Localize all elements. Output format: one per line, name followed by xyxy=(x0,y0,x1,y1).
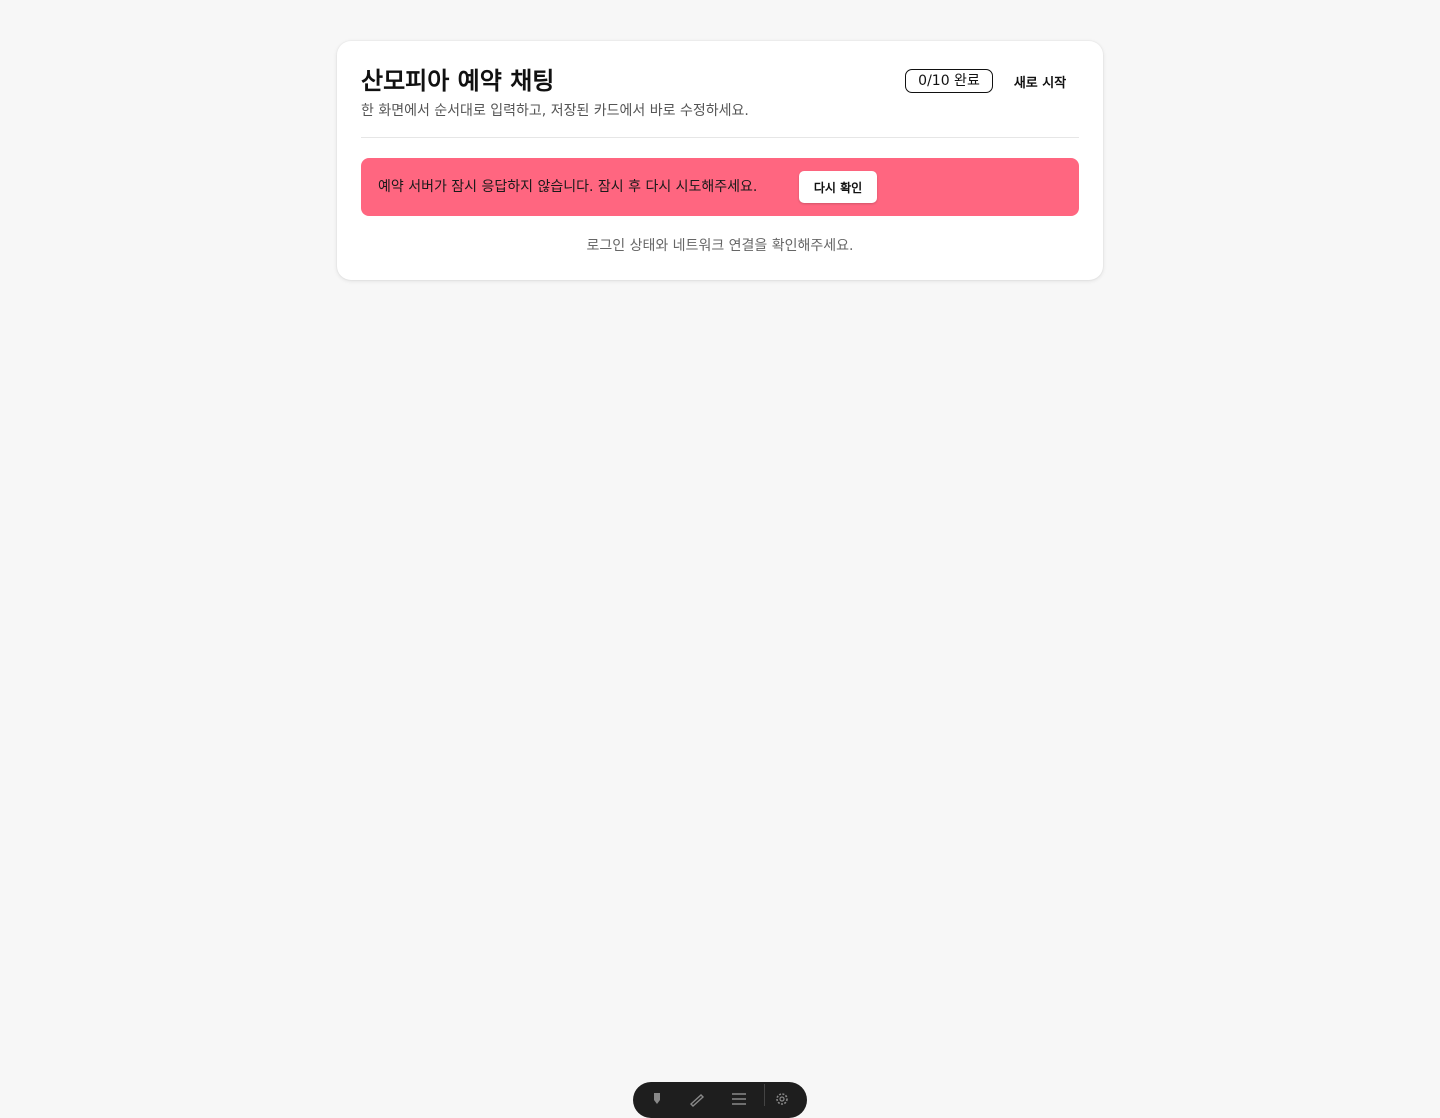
toolbar-divider xyxy=(764,1084,765,1106)
error-message: 예약 서버가 잠시 응답하지 않습니다. 잠시 후 다시 시도해주세요. xyxy=(378,179,758,195)
reservation-chat-card: 산모피아 예약 채팅 한 화면에서 순서대로 입력하고, 저장된 카드에서 바로… xyxy=(337,41,1103,280)
card-header: 산모피아 예약 채팅 한 화면에서 순서대로 입력하고, 저장된 카드에서 바로… xyxy=(361,65,1079,138)
progress-badge: 0/10 완료 xyxy=(905,69,993,93)
page-title: 산모피아 예약 채팅 xyxy=(361,67,555,95)
retry-button[interactable]: 다시 확인 xyxy=(799,171,877,203)
restart-button[interactable]: 새로 시작 xyxy=(1003,67,1077,95)
bottom-toolbar xyxy=(633,1082,807,1118)
error-banner: 예약 서버가 잠시 응답하지 않습니다. 잠시 후 다시 시도해주세요. 다시 … xyxy=(361,158,1079,216)
settings-icon[interactable] xyxy=(774,1091,790,1107)
pointer-icon[interactable] xyxy=(649,1091,665,1107)
pen-icon[interactable] xyxy=(689,1091,705,1107)
menu-icon[interactable] xyxy=(731,1091,747,1107)
page-subtitle: 한 화면에서 순서대로 입력하고, 저장된 카드에서 바로 수정하세요. xyxy=(361,103,749,119)
connection-hint: 로그인 상태와 네트워크 연결을 확인해주세요. xyxy=(586,238,854,254)
